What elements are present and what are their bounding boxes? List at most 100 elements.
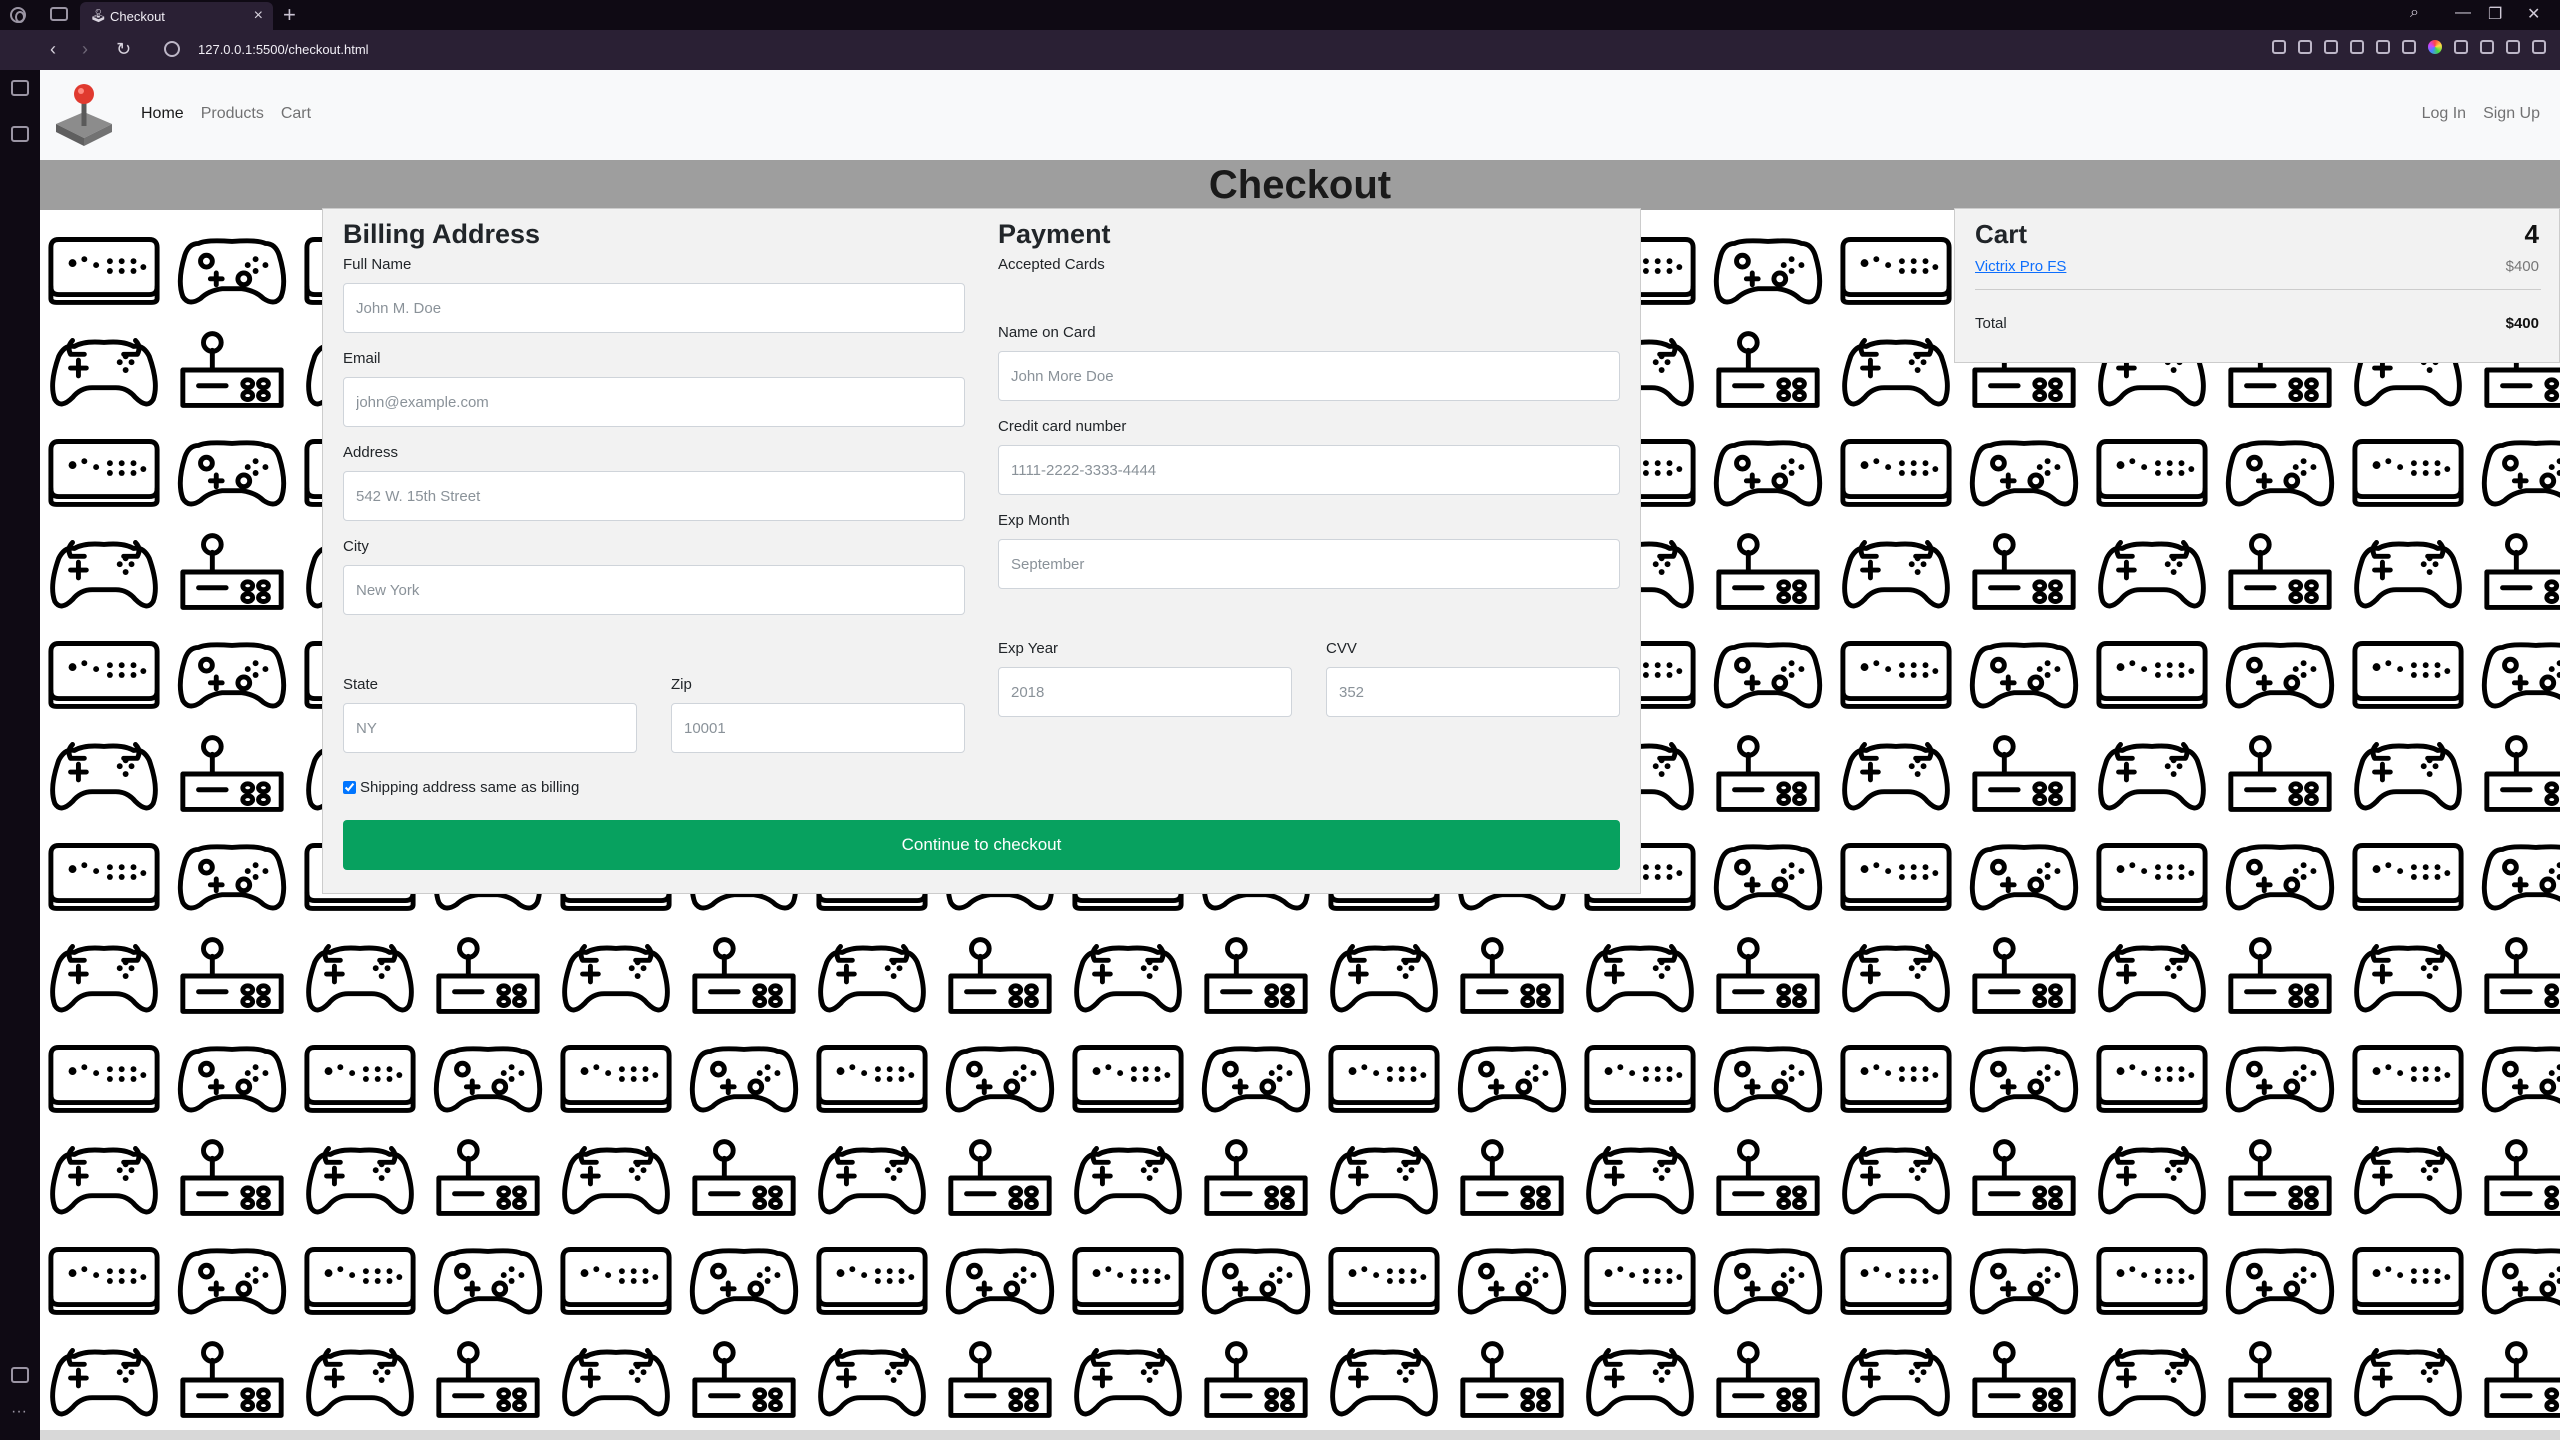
address-input[interactable] [343, 471, 965, 521]
shipping-same-checkbox[interactable] [343, 781, 356, 794]
arcade-controller-icon [1960, 725, 2088, 825]
nav-products-link[interactable]: Products [201, 105, 264, 123]
menu-icon[interactable] [2506, 40, 2520, 54]
xbox-controller-icon [168, 826, 296, 926]
exp-month-input[interactable] [998, 539, 1620, 589]
xbox-controller-icon [1704, 826, 1832, 926]
toolbar-icons [2272, 40, 2546, 54]
card-number-input[interactable] [998, 445, 1620, 495]
state-input[interactable] [343, 703, 637, 753]
close-window-icon[interactable]: ✕ [2527, 4, 2540, 24]
gamepad-controller-icon [1320, 927, 1448, 1027]
box-icon[interactable] [11, 126, 29, 142]
nav-home-link[interactable]: Home [141, 105, 184, 123]
cart-item-link[interactable]: Victrix Pro FS [1975, 258, 2066, 275]
arcade-controller-icon [680, 1129, 808, 1229]
horizontal-scrollbar[interactable] [40, 1430, 2560, 1440]
gamepad-controller-icon [40, 927, 168, 1027]
xbox-controller-icon [424, 1230, 552, 1330]
joystick-logo-icon[interactable] [50, 82, 118, 148]
close-icon[interactable]: × [254, 8, 263, 24]
xbox-controller-icon [2216, 1230, 2344, 1330]
gamepad-controller-icon [2344, 725, 2472, 825]
gamepad-controller-icon [1832, 1331, 1960, 1431]
arcade-controller-icon [168, 725, 296, 825]
xbox-controller-icon [2216, 1028, 2344, 1128]
zip-input[interactable] [671, 703, 965, 753]
reload-icon[interactable]: ↻ [116, 39, 131, 60]
shipping-same-label: Shipping address same as billing [360, 779, 580, 796]
sidebar-icon[interactable] [2402, 40, 2416, 54]
xbox-controller-icon [1192, 1230, 1320, 1330]
payment-section: Payment Accepted Cards Name on Card Cred… [998, 209, 1620, 717]
fightstick-controller-icon [1576, 1028, 1704, 1128]
arcade-controller-icon [1960, 523, 2088, 623]
url-field[interactable]: 127.0.0.1:5500/checkout.html [198, 42, 369, 57]
gamepad-controller-icon [1832, 927, 1960, 1027]
sidebar-icon[interactable] [11, 1367, 29, 1383]
arcade-controller-icon [168, 321, 296, 421]
arcade-controller-icon [168, 523, 296, 623]
fightstick-controller-icon [2344, 1028, 2472, 1128]
xbox-controller-icon [1960, 826, 2088, 926]
fightstick-controller-icon [552, 1028, 680, 1128]
minimize-icon[interactable]: — [2455, 4, 2471, 22]
gamepad-controller-icon [808, 927, 936, 1027]
xbox-controller-icon [2472, 1028, 2560, 1128]
arcade-controller-icon [2472, 523, 2560, 623]
forward-icon[interactable]: › [82, 39, 88, 60]
fightstick-controller-icon [2344, 422, 2472, 522]
gamepad-controller-icon [552, 1129, 680, 1229]
browser-logo-icon[interactable] [10, 7, 26, 23]
full-name-input[interactable] [343, 283, 965, 333]
gamepad-controller-icon [2088, 523, 2216, 623]
restore-icon[interactable]: ❐ [2488, 4, 2502, 24]
camera-icon[interactable] [2298, 40, 2312, 54]
box-icon[interactable] [2454, 40, 2468, 54]
plus-icon[interactable]: + [283, 2, 296, 28]
send-icon[interactable] [2350, 40, 2364, 54]
cvv-input[interactable] [1326, 667, 1620, 717]
tab-list-icon[interactable] [50, 7, 68, 21]
shield-icon[interactable] [2324, 40, 2338, 54]
accepted-cards-label: Accepted Cards [998, 256, 1105, 273]
xbox-controller-icon [2216, 422, 2344, 522]
heart-icon[interactable] [2376, 40, 2390, 54]
xbox-controller-icon [1960, 1028, 2088, 1128]
arcade-controller-icon [424, 927, 552, 1027]
cart-divider [1975, 289, 2541, 290]
gamepad-controller-icon [2088, 1331, 2216, 1431]
xbox-controller-icon [1960, 422, 2088, 522]
back-icon[interactable]: ‹ [50, 39, 56, 60]
fightstick-controller-icon [1832, 826, 1960, 926]
gamepad-controller-icon [40, 1129, 168, 1229]
wallet-icon[interactable] [11, 80, 29, 96]
xbox-controller-icon [2472, 826, 2560, 926]
billing-heading: Billing Address [343, 219, 541, 249]
cart-total-value: $400 [2505, 315, 2539, 332]
fightstick-controller-icon [2344, 826, 2472, 926]
gamepad-controller-icon [1064, 1331, 1192, 1431]
checkout-form-panel: Billing Address Full Name Email Address … [322, 208, 1641, 894]
download-icon[interactable] [2480, 40, 2494, 54]
address-bar: ‹ › ↻ 127.0.0.1:5500/checkout.html [0, 30, 2560, 70]
browser-tab[interactable]: 🕹 Checkout × [80, 2, 273, 30]
signup-link[interactable]: Sign Up [2483, 105, 2540, 123]
shipping-same-row[interactable]: Shipping address same as billing [343, 779, 579, 796]
fightstick-controller-icon [552, 1230, 680, 1330]
wallet-icon[interactable] [2428, 40, 2442, 54]
search-icon[interactable]: ⌕ [2410, 4, 2419, 22]
name-on-card-input[interactable] [998, 351, 1620, 401]
email-input[interactable] [343, 377, 965, 427]
gamepad-controller-icon [40, 725, 168, 825]
menu-icon[interactable]: ··· [11, 1404, 29, 1423]
arcade-controller-icon [2472, 927, 2560, 1027]
share-icon[interactable] [2272, 40, 2286, 54]
nav-cart-link[interactable]: Cart [281, 105, 311, 123]
site-info-icon[interactable] [164, 41, 180, 57]
exp-year-input[interactable] [998, 667, 1292, 717]
extensions-icon[interactable] [2532, 40, 2546, 54]
city-input[interactable] [343, 565, 965, 615]
continue-to-checkout-button[interactable]: Continue to checkout [343, 820, 1620, 870]
login-link[interactable]: Log In [2422, 105, 2466, 123]
